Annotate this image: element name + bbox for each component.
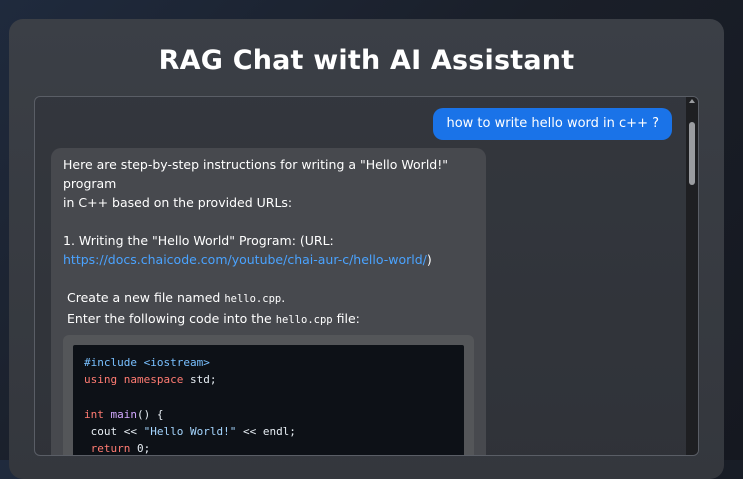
assistant-intro-line: in C++ based on the provided URLs: <box>63 195 293 210</box>
step-link-close: ) <box>426 252 432 267</box>
enter-code-instruction: Enter the following code into the hello.… <box>63 309 474 330</box>
code-token: << endl; <box>236 425 296 439</box>
assistant-message-bubble: Here are step-by-step instructions for w… <box>51 148 486 456</box>
step-url-link[interactable]: https://docs.chaicode.com/youtube/chai-a… <box>63 252 427 267</box>
code-token: <iostream> <box>136 356 210 369</box>
code-token: int <box>84 407 104 421</box>
scroll-thumb[interactable] <box>689 122 695 185</box>
chat-panel: RAG Chat with AI Assistant how to write … <box>9 19 724 479</box>
code-token: cout << <box>84 425 144 439</box>
inline-code-filename: hello.cpp <box>224 293 282 305</box>
assistant-intro-line: Here are step-by-step instructions for w… <box>63 157 448 191</box>
chat-messages-area[interactable]: how to write hello word in c++ ? Here ar… <box>34 96 699 456</box>
chat-scrollbar[interactable] <box>686 97 698 455</box>
step-link-line: https://docs.chaicode.com/youtube/chai-a… <box>63 250 474 269</box>
code-block[interactable]: #include <iostream> using namespace std;… <box>73 345 464 456</box>
step-heading: 1. Writing the "Hello World" Program: (U… <box>63 233 334 248</box>
enter-suffix: file: <box>332 311 360 326</box>
create-suffix: . <box>281 290 286 305</box>
create-prefix: Create a new file named <box>67 290 225 305</box>
enter-prefix: Enter the following code into the <box>67 311 276 326</box>
code-token: #include <box>84 356 137 369</box>
user-message-bubble: how to write hello word in c++ ? <box>433 108 672 140</box>
scroll-up-arrow-icon[interactable] <box>689 99 695 103</box>
code-token: return <box>84 442 131 456</box>
code-block-container: #include <iostream> using namespace std;… <box>63 335 474 456</box>
code-token: "Hello World!" <box>143 425 237 439</box>
code-token: std; <box>183 373 217 387</box>
code-token: main <box>110 407 138 421</box>
page-title: RAG Chat with AI Assistant <box>158 45 575 76</box>
create-file-instruction: Create a new file named hello.cpp. <box>63 288 474 309</box>
code-token: () { <box>137 407 164 421</box>
code-token: using namespace <box>84 373 184 387</box>
inline-code-filename: hello.cpp <box>275 314 333 326</box>
code-token: 0; <box>130 442 151 456</box>
